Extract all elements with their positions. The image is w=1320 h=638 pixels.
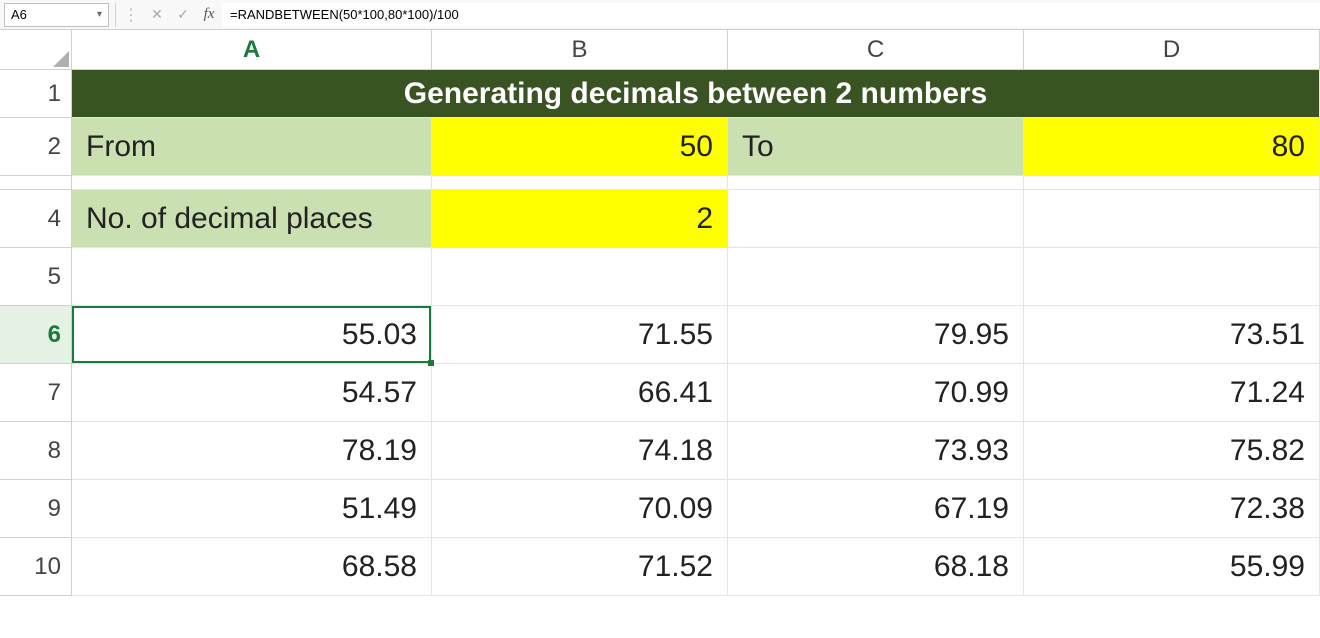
cell-D5[interactable] (1024, 248, 1320, 306)
cell-A4[interactable]: No. of decimal places (72, 190, 432, 248)
cell-A2[interactable]: From (72, 118, 432, 176)
cell-D7[interactable]: 71.24 (1024, 364, 1320, 422)
row-header-5[interactable]: 5 (0, 248, 72, 306)
cell-B7[interactable]: 66.41 (432, 364, 728, 422)
cell-C6[interactable]: 79.95 (728, 306, 1024, 364)
cell-B10[interactable]: 71.52 (432, 538, 728, 596)
separator (115, 3, 116, 27)
cell-A9[interactable]: 51.49 (72, 480, 432, 538)
row-header-8[interactable]: 8 (0, 422, 72, 480)
cell-C7[interactable]: 70.99 (728, 364, 1024, 422)
row-header-6[interactable]: 6 (0, 306, 72, 364)
cell-B8[interactable]: 74.18 (432, 422, 728, 480)
cell-D10[interactable]: 55.99 (1024, 538, 1320, 596)
cancel-icon[interactable]: ✕ (145, 3, 169, 27)
cell-B5[interactable] (432, 248, 728, 306)
cell-C2[interactable]: To (728, 118, 1024, 176)
fx-icon[interactable]: fx (197, 3, 221, 27)
chevron-down-icon[interactable]: ▾ (97, 9, 102, 20)
enter-icon[interactable]: ✓ (171, 3, 195, 27)
spreadsheet-grid: A B C D 1 Generating decimals between 2 … (0, 30, 1320, 596)
cell-D2[interactable]: 80 (1024, 118, 1320, 176)
cell-A5[interactable] (72, 248, 432, 306)
cell-A10[interactable]: 68.58 (72, 538, 432, 596)
title-cell[interactable]: Generating decimals between 2 numbers (72, 70, 1320, 118)
cell-C5[interactable] (728, 248, 1024, 306)
cell-D8[interactable]: 75.82 (1024, 422, 1320, 480)
formula-bar: A6 ▾ ⋮ ✕ ✓ fx =RANDBETWEEN(50*100,80*100… (0, 0, 1320, 30)
cell-C4[interactable] (728, 190, 1024, 248)
cell-D9[interactable]: 72.38 (1024, 480, 1320, 538)
cell-B4[interactable]: 2 (432, 190, 728, 248)
cell-A6[interactable]: 55.03 (72, 306, 432, 364)
name-box-value: A6 (11, 7, 27, 22)
row-header-10[interactable]: 10 (0, 538, 72, 596)
row-header-2[interactable]: 2 (0, 118, 72, 176)
cell-D6[interactable]: 73.51 (1024, 306, 1320, 364)
column-header-C[interactable]: C (728, 30, 1024, 70)
cell-C8[interactable]: 73.93 (728, 422, 1024, 480)
column-header-B[interactable]: B (432, 30, 728, 70)
cell-B6[interactable]: 71.55 (432, 306, 728, 364)
cell-A8[interactable]: 78.19 (72, 422, 432, 480)
cell-D4[interactable] (1024, 190, 1320, 248)
row-header-7[interactable]: 7 (0, 364, 72, 422)
cell-B3[interactable] (432, 176, 728, 190)
cell-B9[interactable]: 70.09 (432, 480, 728, 538)
column-header-D[interactable]: D (1024, 30, 1320, 70)
cell-C3[interactable] (728, 176, 1024, 190)
more-icon[interactable]: ⋮ (119, 3, 143, 27)
row-header-9[interactable]: 9 (0, 480, 72, 538)
cell-A7[interactable]: 54.57 (72, 364, 432, 422)
cell-C10[interactable]: 68.18 (728, 538, 1024, 596)
row-header-4[interactable]: 4 (0, 190, 72, 248)
cell-C9[interactable]: 67.19 (728, 480, 1024, 538)
cell-D3[interactable] (1024, 176, 1320, 190)
row-header-3[interactable] (0, 176, 72, 190)
select-all-triangle[interactable] (0, 30, 72, 70)
name-box[interactable]: A6 ▾ (4, 3, 109, 27)
column-header-A[interactable]: A (72, 30, 432, 70)
formula-input[interactable]: =RANDBETWEEN(50*100,80*100)/100 (222, 3, 1320, 27)
cell-A3[interactable] (72, 176, 432, 190)
cell-B2[interactable]: 50 (432, 118, 728, 176)
row-header-1[interactable]: 1 (0, 70, 72, 118)
